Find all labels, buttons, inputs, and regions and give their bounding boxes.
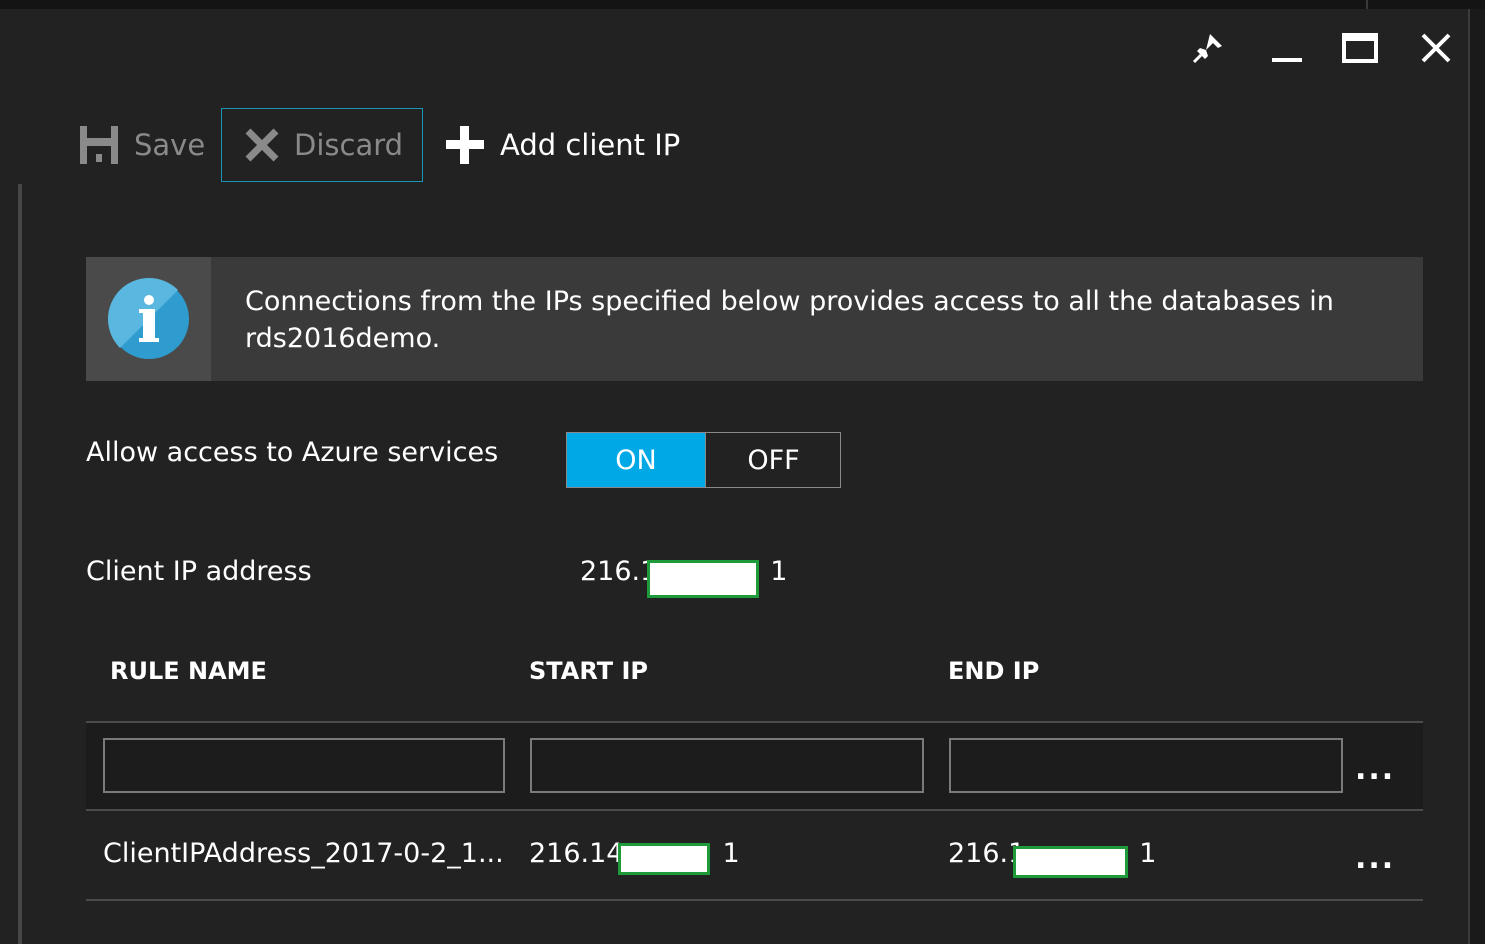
discard-label: Discard	[294, 128, 404, 162]
maximize-button[interactable]	[1338, 28, 1382, 68]
client-ip-prefix: 216.1	[580, 556, 658, 587]
edge-line	[1468, 9, 1470, 944]
plus-icon	[444, 124, 486, 166]
row-divider	[86, 809, 1423, 811]
scrollbar[interactable]	[18, 184, 22, 944]
minimize-icon	[1272, 58, 1302, 62]
pin-icon	[1192, 34, 1222, 64]
minimize-button[interactable]	[1264, 28, 1308, 68]
info-icon-box	[86, 257, 211, 381]
close-icon	[1421, 33, 1451, 63]
info-icon	[107, 278, 189, 359]
redaction-box	[1013, 846, 1128, 878]
allow-azure-toggle[interactable]: ON OFF	[566, 432, 841, 488]
client-ip-suffix: 1	[770, 556, 788, 587]
allow-azure-label: Allow access to Azure services	[86, 437, 499, 468]
save-label: Save	[134, 128, 206, 162]
add-client-ip-button[interactable]: Add client IP	[444, 108, 680, 182]
save-button[interactable]: Save	[78, 108, 205, 182]
info-message: Connections from the IPs specified below…	[245, 286, 1334, 354]
redaction-box	[618, 843, 710, 875]
start-ip-input[interactable]	[530, 738, 924, 793]
end-ip-suffix: 1	[1139, 838, 1157, 869]
start-ip-prefix: 216.14	[529, 838, 624, 869]
pin-button[interactable]	[1186, 28, 1230, 68]
rule-name-input[interactable]	[103, 738, 505, 793]
title-strip	[0, 0, 1485, 9]
maximize-icon	[1342, 33, 1378, 63]
save-icon	[78, 124, 120, 166]
redaction-box	[647, 560, 759, 598]
toggle-on[interactable]: ON	[567, 433, 706, 487]
discard-button[interactable]: Discard	[221, 108, 423, 182]
close-button[interactable]	[1414, 28, 1458, 68]
discard-icon	[244, 127, 280, 163]
row-bottom-divider	[86, 899, 1423, 901]
info-banner: Connections from the IPs specified below…	[86, 257, 1423, 381]
blade-edge	[1468, 9, 1485, 944]
col-start-ip: START IP	[529, 657, 649, 685]
end-ip-input[interactable]	[949, 738, 1343, 793]
add-client-ip-label: Add client IP	[500, 128, 681, 162]
command-bar: Save Discard Add client IP	[0, 100, 1468, 184]
new-row-more-button[interactable]: ...	[1355, 752, 1395, 787]
col-rule-name: RULE NAME	[110, 657, 267, 685]
col-end-ip: END IP	[948, 657, 1040, 685]
rule-name-cell[interactable]: ClientIPAddress_2017-0-2_1...	[103, 838, 504, 869]
toggle-off[interactable]: OFF	[706, 433, 841, 487]
client-ip-label: Client IP address	[86, 556, 312, 587]
strip-divider	[1366, 0, 1368, 9]
row-more-button[interactable]: ...	[1355, 841, 1395, 876]
start-ip-suffix: 1	[722, 838, 740, 869]
